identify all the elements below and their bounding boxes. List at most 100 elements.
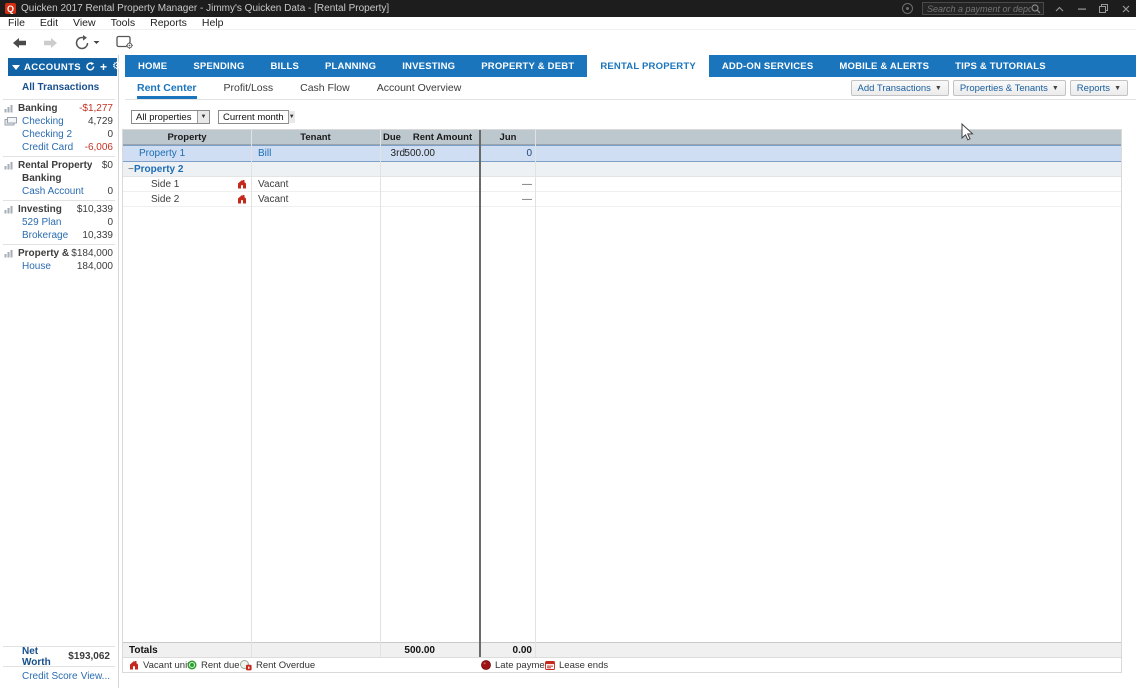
tab-property-amp-debt[interactable]: PROPERTY & DEBT [468, 55, 587, 77]
account-banking[interactable]: Banking [0, 172, 118, 185]
credit-score-view-link[interactable]: View... [81, 671, 110, 682]
net-worth-row[interactable]: Net Worth $193,062 [0, 649, 118, 664]
account-brokerage[interactable]: Brokerage 10,339 [0, 229, 118, 242]
menu-file[interactable]: File [8, 17, 25, 29]
account-group-investing[interactable]: Investing $10,339 [0, 203, 118, 216]
vacant-unit-icon [237, 179, 247, 189]
table-row-property-1[interactable]: Property 1 Bill 3rd 500.00 0 [123, 145, 1121, 162]
rent-amount: 500.00 [405, 146, 480, 161]
back-button[interactable] [12, 37, 27, 49]
search-icon [1031, 4, 1041, 14]
rent-center-panel: Property Tenant Due Rent Amount Jun Prop… [122, 129, 1122, 673]
table-row-side-2[interactable]: Side 2 Vacant — [123, 192, 1121, 207]
account-credit-card[interactable]: Credit Card -6,006 [0, 141, 118, 154]
account-house[interactable]: House 184,000 [0, 260, 118, 273]
tab-planning[interactable]: PLANNING [312, 55, 389, 77]
mini-chart-icon [0, 205, 18, 214]
collapse-group-icon[interactable]: − [123, 164, 134, 175]
tab-home[interactable]: HOME [125, 55, 180, 77]
tab-bills[interactable]: BILLS [258, 55, 312, 77]
menu-help[interactable]: Help [202, 17, 224, 29]
global-search[interactable] [922, 2, 1044, 15]
all-transactions-link[interactable]: All Transactions [0, 76, 118, 97]
column-header-jun[interactable]: Jun [480, 130, 536, 144]
menu-view[interactable]: View [73, 17, 96, 29]
tenant-status: Vacant [251, 177, 380, 191]
account-group-property-amp-debt[interactable]: Property & Debt $184,000 [0, 247, 118, 260]
legend-item: Late payment [481, 658, 553, 672]
column-header-property[interactable]: Property [123, 130, 251, 144]
add-transactions-button[interactable]: Add Transactions▼ [851, 80, 949, 96]
account-cash-account[interactable]: Cash Account 0 [0, 185, 118, 198]
subtab-profit-loss[interactable]: Profit/Loss [224, 77, 274, 99]
column-header-tenant[interactable]: Tenant [251, 130, 380, 144]
menu-tools[interactable]: Tools [111, 17, 136, 29]
minimize-button[interactable] [1075, 2, 1088, 15]
vacant-unit-icon [237, 194, 247, 204]
restore-button[interactable] [1097, 2, 1110, 15]
action-buttons: Add Transactions▼Properties & Tenants▼Re… [851, 80, 1136, 96]
account-checking[interactable]: Checking 4,729 [0, 115, 118, 128]
dropdown-arrow-icon[interactable]: ▼ [197, 111, 209, 123]
tab-investing[interactable]: INVESTING [389, 55, 468, 77]
period-filter-dropdown[interactable]: Current month ▼ [218, 110, 289, 124]
legend-label: Rent due [201, 660, 240, 671]
tab-mobile-amp-alerts[interactable]: MOBILE & ALERTS [826, 55, 942, 77]
title-bar: Q Quicken 2017 Rental Property Manager -… [0, 0, 1136, 17]
column-header-due[interactable]: Due [380, 130, 405, 144]
tenant-link[interactable]: Bill [258, 148, 271, 159]
credit-score-row[interactable]: Credit Score View... [0, 669, 118, 684]
late-payment-icon [481, 660, 491, 670]
totals-row: Totals 500.00 0.00 [123, 642, 1121, 657]
mini-chart-icon [0, 104, 18, 113]
tab-rental-property[interactable]: RENTAL PROPERTY [587, 55, 709, 77]
close-button[interactable] [1119, 2, 1132, 15]
tab-tips-amp-tutorials[interactable]: TIPS & TUTORIALS [942, 55, 1059, 77]
tab-spending[interactable]: SPENDING [180, 55, 257, 77]
menu-bar: File Edit View Tools Reports Help [0, 17, 1136, 30]
net-worth-label: Net Worth [22, 646, 68, 668]
rent-center-content: All properties ▼ Current month ▼ [119, 100, 1136, 688]
subtab-account-overview[interactable]: Account Overview [377, 77, 462, 99]
refresh-button[interactable] [74, 35, 100, 51]
collapse-accounts-icon[interactable] [12, 65, 20, 70]
legend-item: Rent Overdue [240, 658, 315, 672]
dropdown-arrow-icon: ▼ [1114, 85, 1121, 92]
legend-label: Late payment [495, 660, 553, 671]
refresh-dropdown-arrow-icon[interactable] [93, 40, 100, 45]
dropdown-arrow-icon: ▼ [935, 85, 942, 92]
subtab-rent-center[interactable]: Rent Center [137, 77, 197, 99]
table-row-side-1[interactable]: Side 1 Vacant — [123, 177, 1121, 192]
account-group-rental-property[interactable]: Rental Property $0 [0, 159, 118, 172]
table-row-property-2[interactable]: − Property 2 [123, 162, 1121, 177]
table-header: Property Tenant Due Rent Amount Jun [123, 130, 1121, 145]
one-step-update-button[interactable] [116, 35, 135, 50]
accounts-header[interactable]: ACCOUNTS + ⚙ [8, 58, 117, 76]
menu-reports[interactable]: Reports [150, 17, 187, 29]
search-input[interactable] [927, 4, 1031, 14]
reports-button[interactable]: Reports▼ [1070, 80, 1128, 96]
premium-support-icon[interactable] [902, 3, 913, 14]
property-filter-value: All properties [132, 112, 197, 123]
window-title: Quicken 2017 Rental Property Manager - J… [21, 3, 389, 14]
dropdown-arrow-icon[interactable]: ▼ [288, 111, 295, 123]
vacant-unit-icon [129, 660, 139, 670]
collapse-titlebar-button[interactable] [1053, 2, 1066, 15]
property-filter-dropdown[interactable]: All properties ▼ [131, 110, 210, 124]
menu-edit[interactable]: Edit [40, 17, 58, 29]
account-checking-2[interactable]: Checking 2 0 [0, 128, 118, 141]
account-529-plan[interactable]: 529 Plan 0 [0, 216, 118, 229]
refresh-accounts-icon[interactable] [86, 62, 95, 73]
properties-amp-tenants-button[interactable]: Properties & Tenants▼ [953, 80, 1066, 96]
subtab-cash-flow[interactable]: Cash Flow [300, 77, 350, 99]
period-filter-value: Current month [219, 112, 288, 123]
property-link[interactable]: Property 1 [139, 148, 185, 159]
tab-add-on-services[interactable]: ADD-ON SERVICES [709, 55, 827, 77]
table-body: Property 1 Bill 3rd 500.00 0 − Property … [123, 145, 1121, 642]
forward-button[interactable] [43, 37, 58, 49]
add-account-icon[interactable]: + [100, 62, 107, 72]
mini-pages-icon [0, 117, 22, 126]
column-header-rent-amount[interactable]: Rent Amount [405, 130, 480, 144]
property-link[interactable]: Property 2 [134, 164, 183, 175]
account-group-banking[interactable]: Banking -$1,277 [0, 102, 118, 115]
